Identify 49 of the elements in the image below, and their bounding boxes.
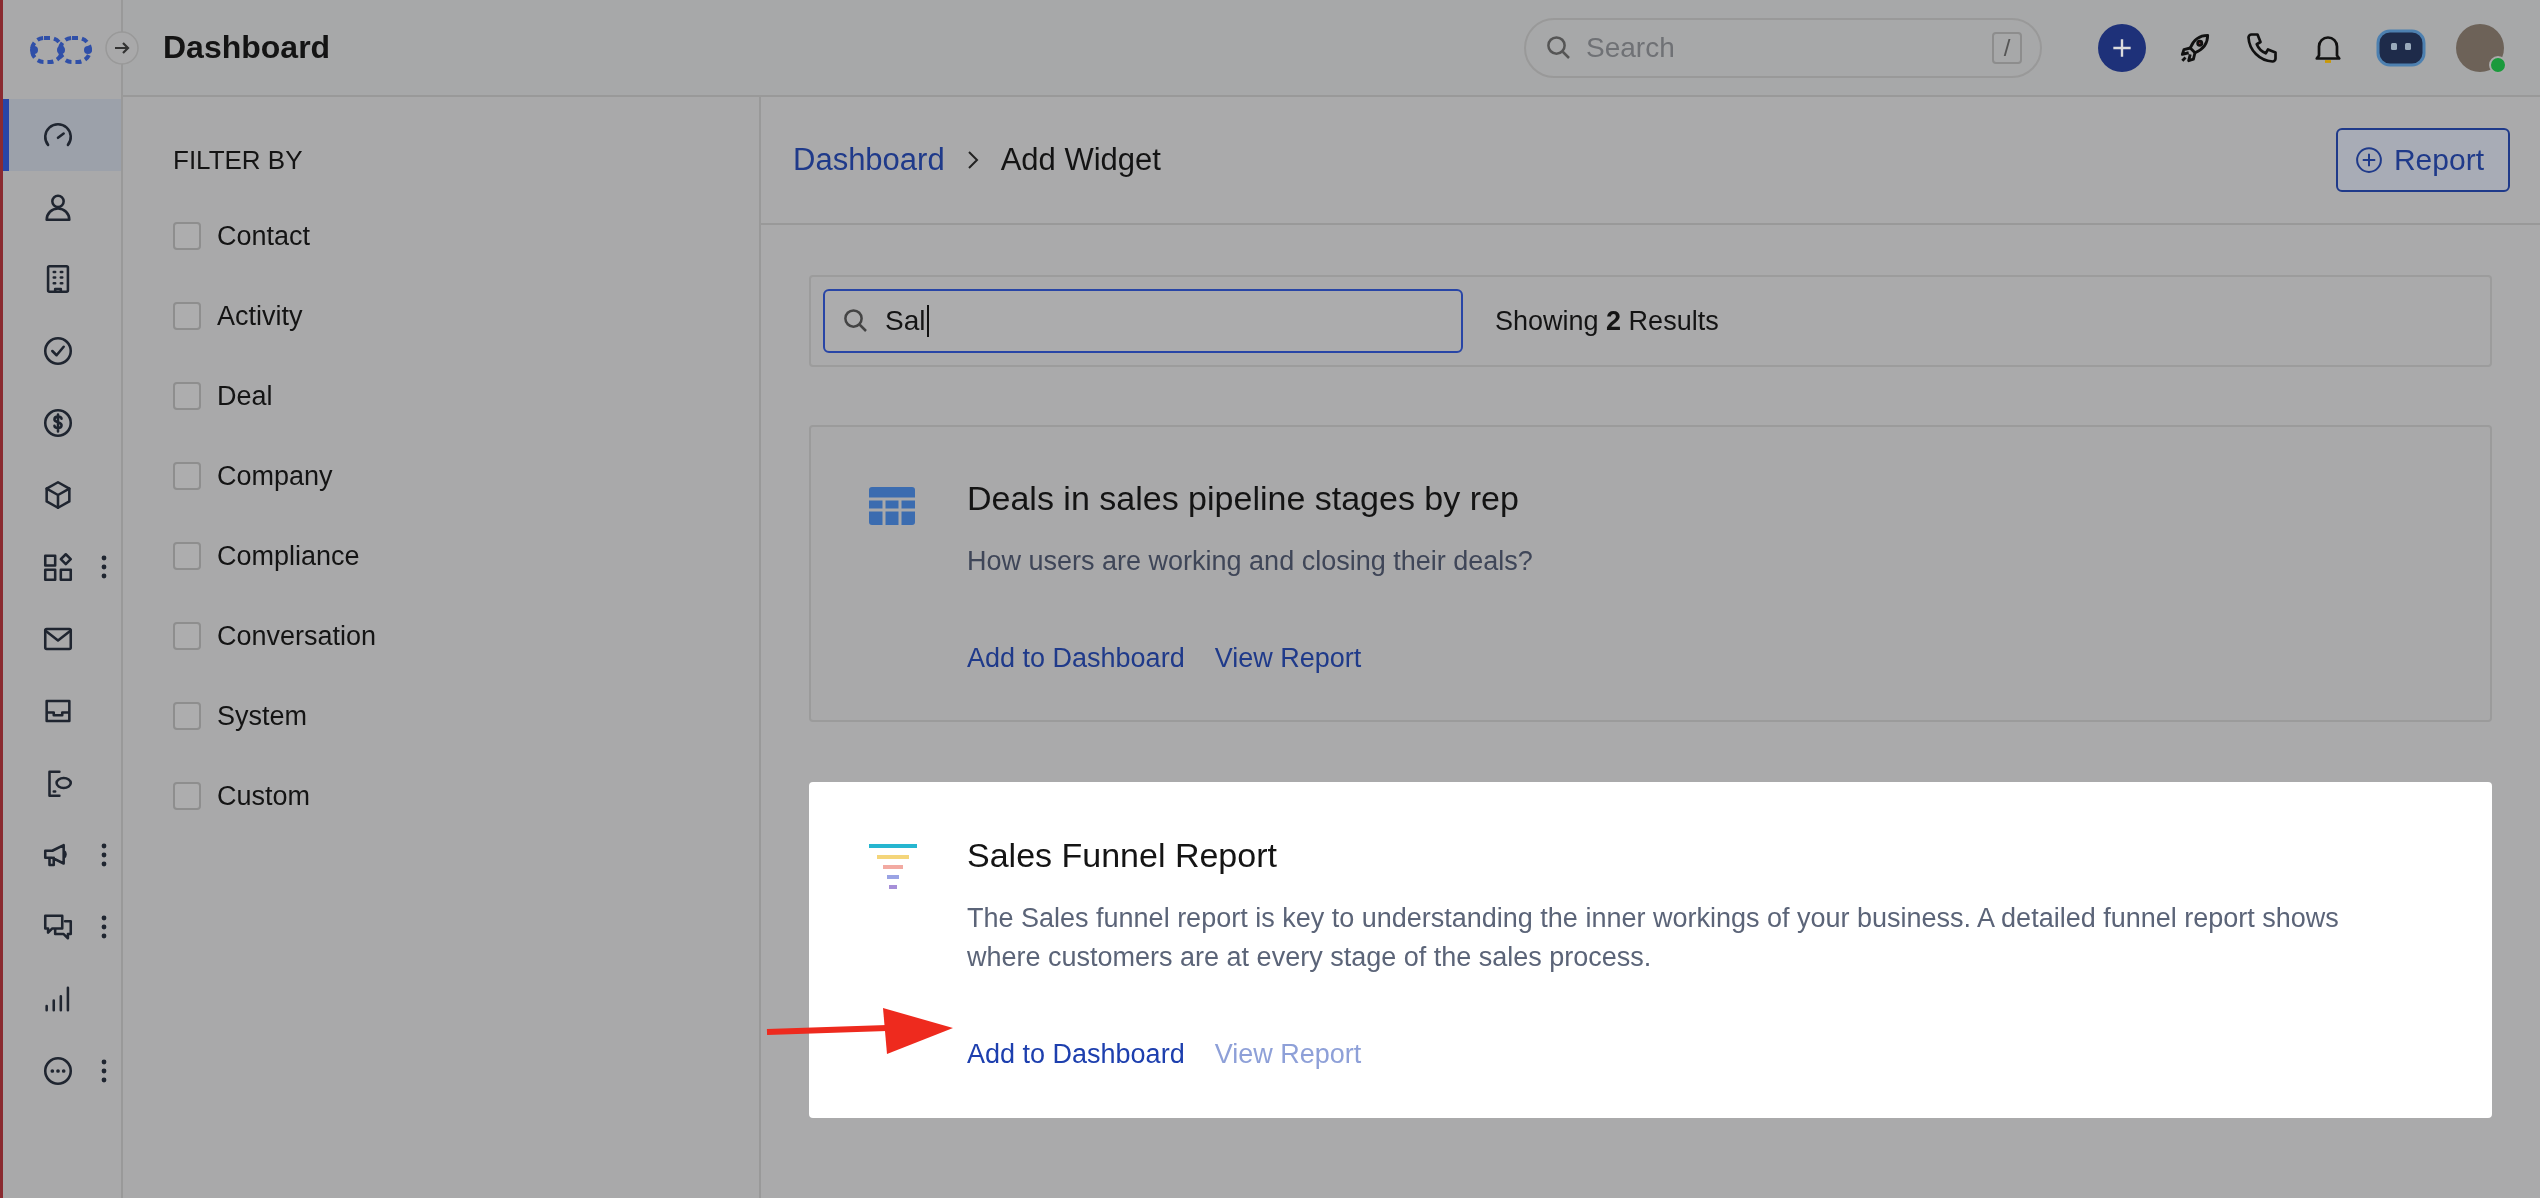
search-field[interactable]: Search / (1524, 17, 2042, 78)
report-button[interactable]: Report (2335, 128, 2510, 192)
results-count: Showing 2 Results (1495, 305, 1719, 337)
filter-label: Contact (217, 220, 311, 252)
shortcut-key: / (1992, 31, 2022, 64)
kebab-menu-icon[interactable] (101, 555, 107, 579)
filter-label: Company (217, 460, 333, 492)
widget-search-field[interactable]: Sal (823, 289, 1463, 353)
checkbox[interactable] (173, 222, 201, 250)
breadcrumb-current: Add Widget (1000, 142, 1161, 178)
filter-label: Custom (217, 780, 311, 812)
dollar-icon (41, 406, 75, 440)
kebab-menu-icon[interactable] (101, 1059, 107, 1083)
checkbox[interactable] (173, 782, 201, 810)
checkbox[interactable] (173, 542, 201, 570)
checkbox[interactable] (173, 302, 201, 330)
table-icon (867, 485, 917, 527)
checkbox[interactable] (173, 462, 201, 490)
online-status-dot (2489, 55, 2507, 74)
kebab-menu-icon[interactable] (101, 915, 107, 939)
bot-icon[interactable] (2376, 28, 2426, 67)
filter-label: Compliance (217, 540, 360, 572)
checkbox[interactable] (173, 622, 201, 650)
breadcrumb-link[interactable]: Dashboard (793, 142, 945, 178)
logo-icon (29, 33, 93, 66)
card-title: Sales Funnel Report (967, 836, 1278, 876)
more-icon (41, 1054, 75, 1088)
card-description: The Sales funnel report is key to understanding the inner workings of your business. A detailed funnel report shows where customers are at every stage of the sales process. (967, 902, 2340, 975)
check-icon (41, 334, 75, 368)
filter-label: Deal (217, 380, 273, 412)
filter-title: FILTER BY (173, 145, 304, 176)
card-title: Deals in sales pipeline stages by rep (967, 479, 1520, 518)
add-to-dashboard-link[interactable]: Add to Dashboard (967, 643, 1185, 675)
apps-icon (41, 550, 75, 584)
view-report-link[interactable]: View Report (1214, 643, 1362, 675)
card-description: How users are working and closing their deals? (967, 545, 1533, 578)
checkbox[interactable] (173, 382, 201, 410)
filter-label: Conversation (217, 620, 377, 652)
filter-label: System (217, 700, 308, 732)
kebab-menu-icon[interactable] (101, 843, 107, 867)
plus-circle-icon (2353, 145, 2384, 175)
arrow-right-icon[interactable] (105, 30, 139, 65)
add-to-dashboard-link[interactable]: Add to Dashboard (967, 1039, 1185, 1071)
sidebar-item[interactable] (3, 99, 121, 171)
page-title: Dashboard (163, 29, 331, 66)
add-button[interactable] (2098, 23, 2146, 72)
checkbox[interactable] (173, 702, 201, 730)
avatar[interactable] (2456, 23, 2504, 72)
filter-label: Activity (217, 300, 303, 332)
